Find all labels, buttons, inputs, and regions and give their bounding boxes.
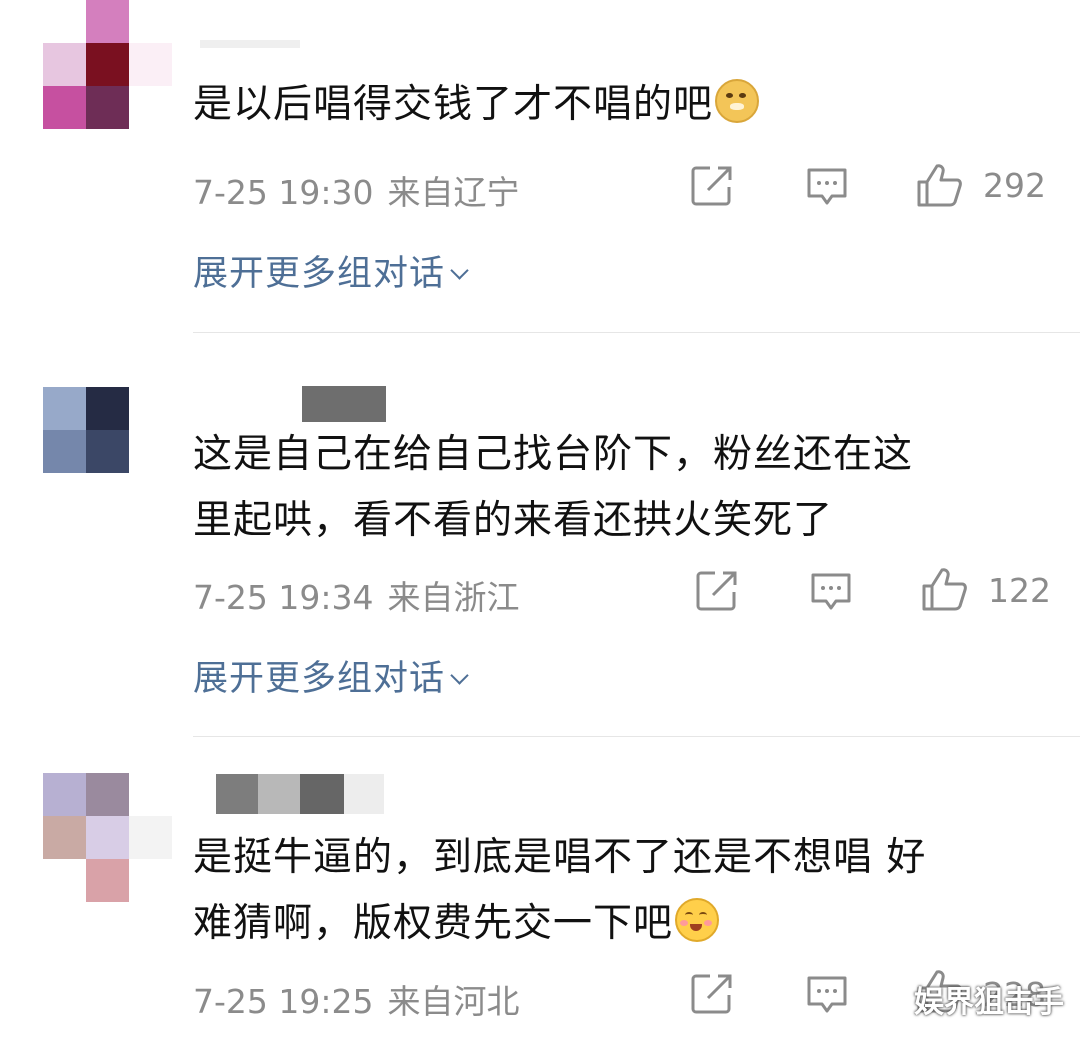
comment-date: 7-25 19:30 [193,173,374,212]
avatar-blocks [43,43,172,129]
comment-text: 是挺牛逼的，到底是唱不了还是不想唱 好 难猜啊，版权费先交一下吧 [193,835,927,946]
comment-meta: 7-25 19:34 来自浙江 [193,571,520,619]
share-icon[interactable] [695,569,739,613]
comment-icon[interactable] [805,974,849,1016]
share-icon[interactable] [690,972,734,1016]
blush-hug-emoji-icon [675,898,720,942]
doge-emoji-icon [715,79,760,123]
expand-conversation-link[interactable]: 展开更多组对话 [193,245,469,296]
divider [193,736,1080,737]
divider [193,332,1080,333]
comment-icon[interactable] [809,571,853,613]
like-count: 292 [983,166,1046,205]
username-redacted[interactable] [200,40,300,48]
comment-location: 来自辽宁 [387,173,520,212]
comment-date: 7-25 19:34 [193,578,374,617]
username-redacted[interactable] [216,774,384,814]
avatar[interactable] [43,387,172,473]
like-count: 122 [988,571,1051,610]
username-redacted[interactable] [302,386,386,422]
like-icon[interactable] [915,162,963,208]
comment-icon[interactable] [805,166,849,208]
chevron-down-icon [450,261,469,280]
avatar-lower [43,859,172,945]
watermark: 娱界狙击手 [914,985,1064,1020]
like-icon[interactable] [920,566,968,612]
comment-meta: 7-25 19:25 来自河北 [193,975,520,1023]
comment-meta: 7-25 19:30 来自辽宁 [193,166,520,214]
expand-conversation-link[interactable]: 展开更多组对话 [193,650,469,701]
chevron-down-icon [450,666,469,685]
comment-date: 7-25 19:25 [193,982,374,1021]
comment-text: 这是自己在给自己找台阶下，粉丝还在这 里起哄，看不看的来看还拱火笑死了 [193,432,914,543]
share-icon[interactable] [690,164,734,208]
comment-location: 来自浙江 [387,578,520,617]
comment-text: 是以后唱得交钱了才不唱的吧 [193,72,1023,138]
avatar[interactable] [43,773,172,859]
comment-location: 来自河北 [387,982,520,1021]
